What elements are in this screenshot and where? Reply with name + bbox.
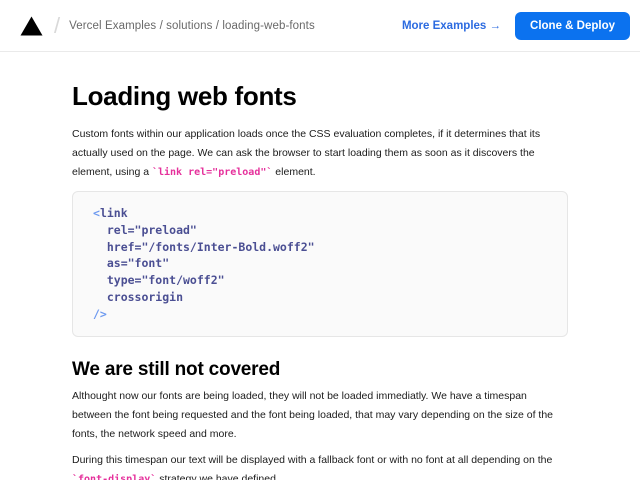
section-paragraph-1: Althought now our fonts are being loaded… (72, 387, 568, 445)
page-title: Loading web fonts (72, 82, 568, 111)
paragraph2-text-after: strategy we have defined. (156, 473, 279, 480)
breadcrumb[interactable]: Vercel Examples / solutions / loading-we… (69, 20, 315, 32)
header: / Vercel Examples / solutions / loading-… (0, 0, 640, 52)
code-line: href="/fonts/Inter-Bold.woff2" (93, 239, 547, 256)
intro-paragraph: Custom fonts within our application load… (72, 125, 568, 183)
code-line: rel="preload" (93, 222, 547, 239)
paragraph2-text-before: During this timespan our text will be di… (72, 454, 552, 466)
code-open-bracket: < (93, 206, 100, 220)
code-line: as="font" (93, 255, 547, 272)
code-close-bracket: /> (93, 307, 107, 321)
code-line: type="font/woff2" (93, 272, 547, 289)
code-tag: link (100, 206, 128, 220)
code-line: crossorigin (93, 289, 547, 306)
more-examples-link[interactable]: More Examples → (402, 20, 501, 32)
inline-code-font-display: `font-display` (72, 474, 156, 480)
vercel-triangle-icon (20, 16, 43, 36)
section-paragraph-2: During this timespan our text will be di… (72, 451, 568, 480)
code-line: /> (93, 306, 547, 323)
slash-divider: / (54, 13, 60, 39)
code-block: <link rel="preload" href="/fonts/Inter-B… (72, 191, 568, 337)
article: Loading web fonts Custom fonts within ou… (72, 52, 568, 480)
vercel-logo[interactable] (20, 16, 43, 36)
inline-code-link-preload: `link rel="preload"` (152, 167, 272, 178)
header-actions: More Examples → Clone & Deploy (402, 12, 630, 40)
clone-deploy-button[interactable]: Clone & Deploy (515, 12, 630, 40)
section-title: We are still not covered (72, 359, 568, 381)
intro-text-after: element. (272, 166, 315, 178)
code-line: <link (93, 205, 547, 222)
